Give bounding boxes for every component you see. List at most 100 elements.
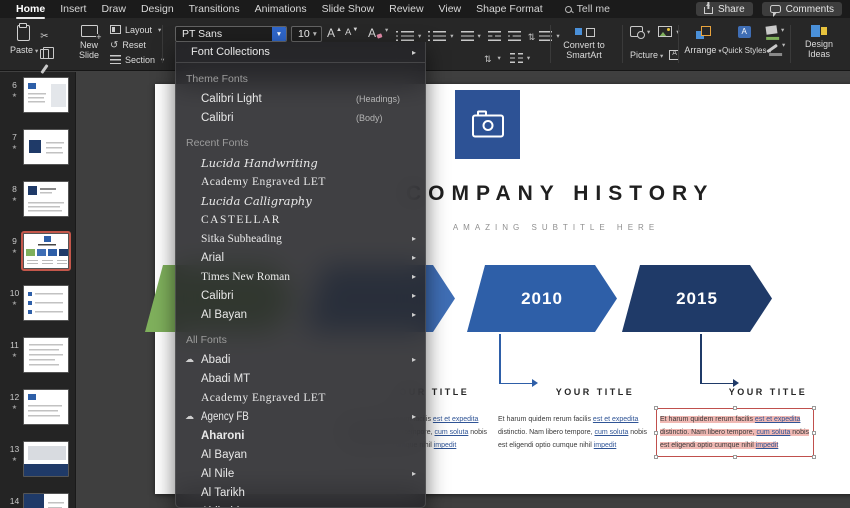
menu-tab-slide-show[interactable]: Slide Show [322,3,375,15]
divider [162,25,163,63]
picture-button[interactable]: Picture ▾ [630,50,663,60]
arrange-button[interactable]: Arrange ▾ [684,26,722,58]
slide-thumbnail-6[interactable] [23,77,69,113]
menu-tab-review[interactable]: Review [389,3,423,15]
timeline-chevron-2010[interactable]: 2010 [467,265,617,332]
font-name-combobox[interactable]: PT Sans ▼ [175,26,287,42]
shape-fill-button[interactable]: ▾ [765,25,785,35]
font-menu-item[interactable]: Lucida Handwriting [176,153,425,172]
format-painter-icon[interactable] [40,64,49,74]
font-menu-item[interactable]: Arial ▸ [176,248,425,267]
slide-thumbnail-11[interactable] [23,337,69,373]
slide-thumbnail-9[interactable] [21,231,71,271]
menu-tab-insert[interactable]: Insert [60,3,86,15]
reset-button[interactable]: Reset [110,38,164,51]
font-menu-item[interactable]: Calibri Light (Headings) [176,89,425,108]
increase-indent-button[interactable] [507,27,521,45]
decrease-indent-button[interactable] [487,27,501,45]
copy-icon[interactable] [40,47,54,59]
font-menu-item[interactable]: Times New Roman ▸ [176,267,425,286]
timeline-elbow-arrow-2015[interactable] [700,334,742,390]
selection-handle-n[interactable] [733,406,737,410]
slide-thumbnail-item: 13 ★ [0,439,75,491]
slide-thumbnail-13[interactable] [23,441,69,477]
increase-font-size-button[interactable]: A ▲ [327,26,342,40]
slide-thumbnail-8[interactable] [23,181,69,217]
font-name: Al Nile [201,467,235,480]
font-menu-item[interactable]: Al Bayan [176,445,425,464]
selection-handle-e[interactable] [812,430,816,435]
shapes-button[interactable]: ▾ [630,26,650,39]
clear-formatting-button[interactable]: A ▾ [368,26,388,40]
font-name: Sitka Subheading [201,232,282,245]
slide-thumbnail-10[interactable] [23,285,69,321]
comments-button[interactable]: Comments [761,2,842,17]
selection-handle-ne[interactable] [812,406,816,410]
font-menu-item[interactable]: Abadi MT [176,369,425,388]
slide-title[interactable]: COMPANY HISTORY [406,182,707,206]
new-slide-label: New Slide [78,40,99,61]
timeline-elbow-arrow-2010[interactable] [499,334,541,390]
timeline-chevron-2015[interactable]: 2015 [622,265,772,332]
timeline-item-title[interactable]: YOUR TITLE [718,387,818,397]
section-button[interactable]: Section▾ [110,53,164,66]
font-menu-item[interactable]: Al Nile ▸ [176,464,425,483]
decrease-font-size-button[interactable]: A ▼ [345,26,358,40]
menu-tab-transitions[interactable]: Transitions [189,3,240,15]
font-menu-item[interactable]: Calibri ▸ [176,286,425,305]
font-name: Calibri [201,111,234,124]
font-dropdown-arrow[interactable]: ▼ [272,27,286,41]
convert-to-smartart-button[interactable]: Convert to SmartArt [556,25,614,61]
text-direction-button[interactable]: ▾ [484,49,501,67]
font-menu-item[interactable]: Lucida Calligraphy [176,191,425,210]
insert-picture-button[interactable]: ▾ [658,26,680,37]
columns-button[interactable]: ▾ [509,49,530,67]
design-ideas-button[interactable]: Design Ideas [796,25,842,60]
font-menu-item[interactable]: Al Bayan ▸ [176,305,425,324]
menu-tab-view[interactable]: View [439,3,462,15]
slide-subtitle[interactable]: AMAZING SUBTITLE HERE [406,223,706,232]
font-menu-item[interactable]: Academy Engraved LET [176,172,425,191]
slide-thumbnail-14[interactable] [23,493,69,508]
font-menu-item[interactable]: ☁ Abadi ▸ [176,350,425,369]
line-spacing-button[interactable]: ▾ [528,27,560,45]
font-menu-item[interactable]: Aldhabi [176,502,425,508]
slide-thumbnail-panel[interactable]: 6★7★8★9★10★11★12★13★14★ [0,72,76,508]
font-collections-item[interactable]: Font Collections ▸ [176,42,425,63]
multilevel-list-button[interactable]: ▾ [460,27,481,45]
paste-button[interactable]: Paste ▾ [10,25,38,55]
slide-thumbnail-7[interactable] [23,129,69,165]
quick-styles-button[interactable]: Quick Styles▾ [722,26,772,58]
selection-handle-s[interactable] [733,455,737,459]
menu-tab-design[interactable]: Design [141,3,174,15]
cut-icon[interactable] [40,26,48,44]
tell-me[interactable]: Tell me [564,3,610,15]
new-slide-button[interactable]: New Slide [72,25,106,61]
menu-tab-animations[interactable]: Animations [255,3,307,15]
font-size-combobox[interactable]: 10 ▼ [291,26,322,42]
font-menu-item[interactable]: ☁ Agency FB ▸ [176,407,425,426]
menu-tab-home[interactable]: Home [16,3,46,19]
selection-handle-w[interactable] [654,430,658,435]
menu-tab-shape-format[interactable]: Shape Format [476,3,543,15]
slide-thumbnail-12[interactable] [23,389,69,425]
font-menu-item[interactable]: CASTELLAR [176,210,425,229]
share-button[interactable]: Share [695,2,753,16]
timeline-body-text-selected[interactable]: Et harum quidem rerum facilis est et exp… [654,406,816,459]
font-menu-item[interactable]: Academy Engraved LET [176,388,425,407]
selection-handle-nw[interactable] [654,406,658,410]
timeline-item-title[interactable]: YOUR TITLE [545,387,645,397]
font-menu-item[interactable]: Calibri (Body) [176,108,425,127]
menu-tab-draw[interactable]: Draw [101,3,126,15]
timeline-body-text[interactable]: Et harum quidem rerum facilis est et exp… [498,413,656,452]
selection-handle-sw[interactable] [654,455,658,459]
font-menu-item[interactable]: Aharoni [176,426,425,445]
picture-label: Picture [630,50,659,60]
layout-button[interactable]: Layout ▾ [110,23,164,36]
font-menu-item[interactable]: Al Tarikh [176,483,425,502]
selection-handle-se[interactable] [812,455,816,459]
shape-outline-button[interactable]: ▾ [766,41,785,53]
font-menu-item[interactable]: Sitka Subheading ▸ [176,229,425,248]
numbering-button[interactable]: ▾ [428,27,454,45]
camera-placeholder-shape[interactable] [455,90,520,159]
